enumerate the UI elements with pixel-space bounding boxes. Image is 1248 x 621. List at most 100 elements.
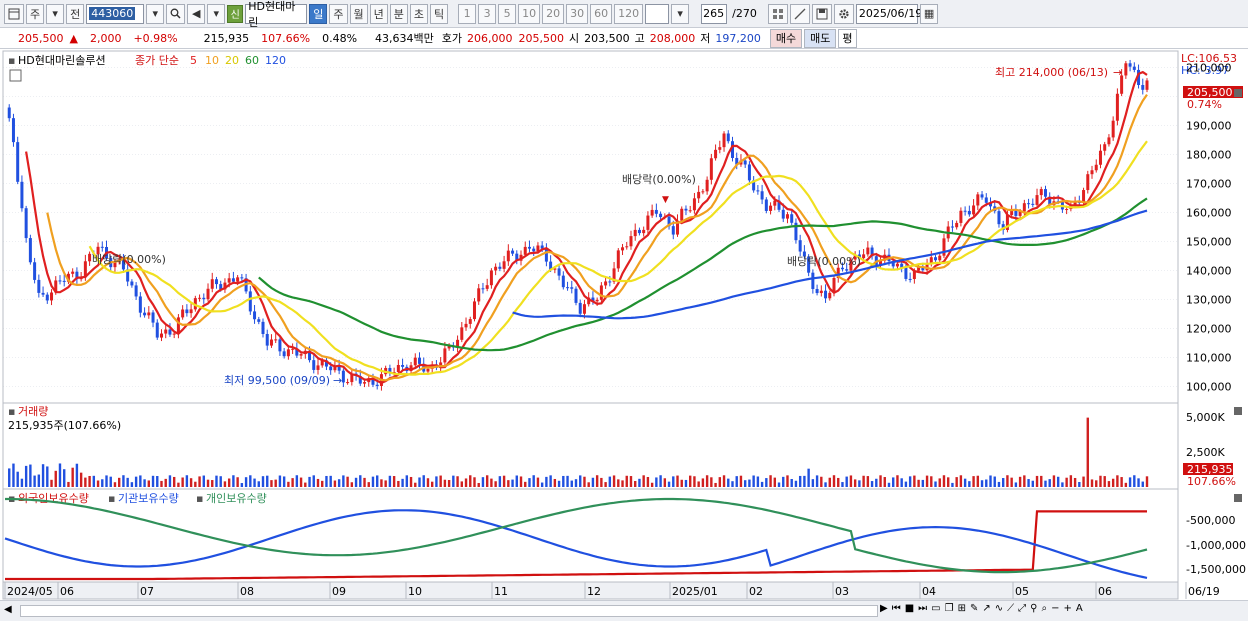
scroll-left-icon[interactable]: ◀ bbox=[4, 604, 12, 615]
period-tick-button[interactable]: 틱 bbox=[430, 3, 449, 24]
volume-bar bbox=[777, 482, 781, 487]
grid-icon[interactable] bbox=[767, 3, 788, 24]
candle-body bbox=[570, 287, 574, 289]
interval-button-5[interactable]: 5 bbox=[498, 3, 517, 24]
candle-body bbox=[726, 133, 730, 142]
scroll-track[interactable] bbox=[20, 605, 878, 617]
interval-button-120[interactable]: 120 bbox=[614, 3, 644, 24]
interval-dropdown-arrow[interactable]: ▾ bbox=[671, 3, 690, 24]
candle-body bbox=[282, 351, 286, 357]
interval-custom-input[interactable] bbox=[645, 3, 670, 24]
candle-body bbox=[705, 179, 709, 192]
volume-bar bbox=[1052, 475, 1056, 487]
candle-body bbox=[20, 181, 24, 209]
volume-bar bbox=[295, 475, 299, 487]
volume-bar bbox=[1010, 477, 1013, 487]
code-dropdown-arrow[interactable]: ▾ bbox=[146, 3, 165, 24]
period-second-button[interactable]: 초 bbox=[409, 3, 428, 24]
tool-icon-1[interactable]: ✎ bbox=[970, 603, 978, 614]
settings-gear-icon[interactable] bbox=[833, 3, 854, 24]
volume-bar bbox=[925, 475, 929, 487]
candle-body bbox=[659, 213, 663, 218]
candle-body bbox=[11, 118, 15, 143]
first-icon[interactable]: ⏮ bbox=[892, 603, 901, 614]
panel-collapse-icon[interactable]: ▪ bbox=[8, 54, 15, 67]
text-tool-icon[interactable]: A bbox=[1076, 603, 1083, 614]
volume-bar bbox=[1048, 479, 1051, 487]
volume-bar bbox=[769, 475, 772, 487]
candle-body bbox=[523, 246, 527, 255]
scroll-right-icon[interactable]: ▶ bbox=[880, 603, 888, 614]
price-change-pct: +0.98% bbox=[133, 31, 178, 45]
volume-close-icon[interactable] bbox=[1234, 407, 1242, 415]
volume-bar bbox=[215, 475, 218, 487]
period-minute-button[interactable]: 분 bbox=[389, 3, 408, 24]
interval-button-60[interactable]: 60 bbox=[590, 3, 613, 24]
tool-icon-7[interactable]: ⌕ bbox=[1041, 603, 1047, 614]
sell-button[interactable]: 매도 bbox=[804, 28, 837, 48]
stock-chart[interactable]: ▪ HD현대마린솔루션 종가 단순 5 10 20 60 120 최고 214,… bbox=[0, 49, 1248, 600]
holding-close-icon[interactable] bbox=[1234, 494, 1242, 502]
calculator-icon[interactable] bbox=[9, 69, 22, 82]
zoom-in-icon[interactable]: + bbox=[1063, 603, 1071, 614]
volume-bar bbox=[274, 479, 277, 487]
market-dropdown-arrow[interactable]: ▾ bbox=[46, 3, 65, 24]
zoom-fit-icon[interactable]: ▭ bbox=[931, 603, 940, 614]
save-icon[interactable] bbox=[811, 3, 832, 24]
period-weekly-button[interactable]: 주 bbox=[329, 3, 348, 24]
tool-icon-5[interactable]: ⤢ bbox=[1018, 603, 1026, 614]
candle-body bbox=[62, 280, 66, 282]
panel-close-icon[interactable] bbox=[1234, 89, 1242, 97]
stock-code-input[interactable]: 443060 bbox=[86, 3, 145, 24]
volume-bar bbox=[760, 481, 764, 487]
market-type-select[interactable]: 주 bbox=[26, 3, 45, 24]
period-daily-button[interactable]: 일 bbox=[309, 3, 328, 24]
prev-button[interactable]: 전 bbox=[66, 3, 85, 24]
candle-body bbox=[625, 246, 629, 248]
period-yearly-button[interactable]: 년 bbox=[369, 3, 388, 24]
chart-layout-icon[interactable] bbox=[4, 3, 24, 24]
interval-button-1[interactable]: 1 bbox=[458, 3, 477, 24]
price-tick-label: 130,000 bbox=[1186, 294, 1232, 307]
grid-view-icon[interactable]: ⊞ bbox=[958, 603, 966, 614]
volume-bar bbox=[426, 478, 430, 487]
volume-bar bbox=[447, 479, 451, 487]
volume-bar bbox=[612, 475, 616, 487]
volume-bar bbox=[16, 471, 19, 487]
interval-button-20[interactable]: 20 bbox=[542, 3, 565, 24]
volume-bar bbox=[325, 475, 328, 487]
volume-panel-icon[interactable]: ▪ bbox=[8, 405, 15, 418]
buy-button[interactable]: 매수 bbox=[769, 28, 803, 48]
volume-bar bbox=[837, 477, 840, 487]
flat-button[interactable]: 평 bbox=[838, 28, 857, 48]
speaker-dropdown-arrow[interactable]: ▾ bbox=[207, 3, 226, 24]
stock-name-field[interactable]: HD현대마린 bbox=[245, 0, 308, 29]
count-input[interactable]: 265 bbox=[701, 3, 728, 24]
volume-bar bbox=[908, 476, 912, 487]
interval-button-3[interactable]: 3 bbox=[478, 3, 497, 24]
speaker-icon[interactable]: ◀ bbox=[187, 3, 206, 24]
period-monthly-button[interactable]: 월 bbox=[349, 3, 368, 24]
volume-bar bbox=[223, 481, 227, 487]
zoom-out-icon[interactable]: − bbox=[1051, 603, 1059, 614]
cascade-icon[interactable]: ❐ bbox=[945, 603, 954, 614]
search-icon[interactable] bbox=[166, 3, 186, 24]
tool-icon-6[interactable]: ⚲ bbox=[1030, 603, 1037, 614]
interval-button-10[interactable]: 10 bbox=[518, 3, 541, 24]
draw-tool-icon[interactable] bbox=[789, 3, 810, 24]
interval-button-30[interactable]: 30 bbox=[566, 3, 589, 24]
last-icon[interactable]: ⏭ bbox=[918, 603, 927, 614]
tool-icon-3[interactable]: ∿ bbox=[995, 603, 1003, 614]
volume-pct-tag: 107.66% bbox=[1187, 475, 1236, 488]
dividend-annotation-3: 배당락(0.00%) bbox=[787, 255, 861, 268]
price-tick-label: 190,000 bbox=[1186, 120, 1232, 133]
date-input[interactable]: 2025/06/19 bbox=[855, 3, 922, 24]
date-picker-icon[interactable]: ▦ bbox=[919, 3, 939, 24]
bottom-scroll-bar[interactable]: ◀ ▶ ⏮ ■ ⏭ ▭ ❐ ⊞ ✎ ↗ ∿ ⟋ ⤢ ⚲ ⌕ − + A bbox=[0, 600, 1248, 621]
ask-label: 호가 bbox=[441, 32, 463, 45]
candle-body bbox=[895, 263, 899, 267]
tool-icon-2[interactable]: ↗ bbox=[982, 603, 990, 614]
tool-icon-4[interactable]: ⟋ bbox=[1007, 603, 1014, 614]
stop-icon[interactable]: ■ bbox=[905, 603, 914, 614]
x-axis-label: 06 bbox=[60, 585, 74, 598]
